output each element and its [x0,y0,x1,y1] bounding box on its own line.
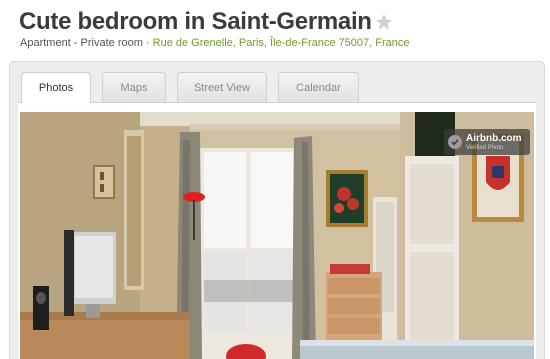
listing-subtitle: Apartment - Private room · Rue de Grenel… [20,37,409,49]
listing-tabs-panel: Photos Maps Street View Calendar Airbnb.… [9,61,545,359]
tab-street-view[interactable]: Street View [177,72,267,102]
room-type: Apartment - Private room [20,37,143,49]
tab-photos[interactable]: Photos [21,72,91,103]
photos-tab-content: Airbnb.com Verified Photo [18,102,536,359]
tab-bar: Photos Maps Street View Calendar [10,72,544,103]
address-link[interactable]: Rue de Grenelle, Paris, Île-de-France 75… [153,37,410,49]
subtitle-separator: · [142,37,153,49]
watermark-subtitle: Verified Photo [466,144,504,151]
tab-calendar[interactable]: Calendar [278,72,359,102]
listing-title: Cute bedroom in Saint-Germain [19,8,372,35]
star-icon[interactable] [375,14,392,30]
watermark-brand: Airbnb.com [466,132,522,144]
listing-header: Cute bedroom in Saint-Germain [19,6,392,38]
check-icon [448,135,462,149]
verified-photo-badge: Airbnb.com Verified Photo [444,129,530,155]
listing-photo[interactable]: Airbnb.com Verified Photo [20,112,534,359]
tab-maps[interactable]: Maps [102,72,166,102]
